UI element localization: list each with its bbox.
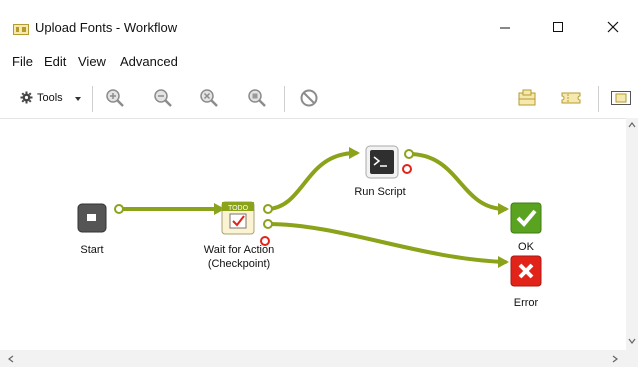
arrowhead bbox=[349, 147, 360, 159]
gear-icon bbox=[20, 91, 33, 104]
zoom-reset-icon bbox=[200, 89, 218, 107]
scroll-down-icon[interactable] bbox=[628, 338, 636, 344]
layout-button[interactable] bbox=[516, 87, 538, 109]
connector-dot bbox=[404, 149, 414, 159]
error-node-icon[interactable] bbox=[510, 255, 542, 287]
menu-advanced[interactable]: Advanced bbox=[120, 54, 178, 69]
horizontal-scrollbar[interactable] bbox=[0, 350, 638, 367]
title-bar: Upload Fonts - Workflow bbox=[0, 0, 638, 40]
tools-label: Tools bbox=[37, 92, 63, 104]
connector-dot bbox=[263, 219, 273, 229]
maximize-button[interactable] bbox=[535, 14, 581, 40]
toolbar-separator bbox=[92, 86, 93, 112]
checkpoint-label-line1: Wait for Action bbox=[203, 244, 275, 256]
todo-badge: TODO bbox=[228, 205, 249, 212]
run-script-node-label: Run Script bbox=[354, 186, 406, 198]
toolbar: Tools bbox=[0, 79, 638, 117]
workflow-icon bbox=[13, 24, 29, 35]
ticket-button[interactable] bbox=[560, 87, 582, 109]
minimize-button[interactable] bbox=[482, 14, 528, 40]
zoom-fit-icon bbox=[248, 89, 266, 107]
panel-button[interactable] bbox=[610, 87, 632, 109]
panel-icon bbox=[611, 91, 631, 105]
menu-file[interactable]: File bbox=[12, 54, 33, 69]
menu-view[interactable]: View bbox=[78, 54, 106, 69]
vertical-scrollbar[interactable] bbox=[626, 118, 638, 350]
chevron-down-icon bbox=[75, 97, 81, 101]
ok-node-icon[interactable] bbox=[510, 202, 542, 234]
connector-dot bbox=[263, 204, 273, 214]
workflow-canvas[interactable]: Start TODO Wait for Action (Checkpoint) … bbox=[0, 118, 626, 351]
zoom-reset-button[interactable] bbox=[198, 87, 220, 109]
close-button[interactable] bbox=[590, 14, 636, 40]
scroll-up-icon[interactable] bbox=[628, 122, 636, 128]
close-icon bbox=[607, 21, 619, 33]
arrowhead bbox=[498, 203, 509, 215]
error-port-icon bbox=[402, 164, 412, 174]
checkpoint-node-label: Wait for Action (Checkpoint) bbox=[170, 243, 308, 271]
minimize-icon bbox=[500, 27, 510, 29]
maximize-icon bbox=[553, 22, 563, 32]
checkpoint-node-icon[interactable]: TODO bbox=[221, 201, 255, 235]
scroll-right-icon[interactable] bbox=[612, 355, 618, 363]
connector-checkpoint-runscript[interactable] bbox=[266, 151, 358, 211]
window-title: Upload Fonts - Workflow bbox=[35, 20, 178, 35]
connector-layer bbox=[114, 147, 509, 268]
zoom-fit-button[interactable] bbox=[246, 87, 268, 109]
ok-node-label: OK bbox=[518, 241, 534, 253]
toolbar-separator bbox=[284, 86, 285, 112]
stop-icon bbox=[300, 89, 318, 107]
menu-edit[interactable]: Edit bbox=[44, 54, 66, 69]
checkpoint-label-line2: (Checkpoint) bbox=[207, 258, 271, 270]
start-node-label: Start bbox=[80, 244, 104, 256]
zoom-in-button[interactable] bbox=[104, 87, 126, 109]
arrowhead bbox=[498, 256, 509, 268]
start-node-icon[interactable] bbox=[77, 203, 107, 233]
scroll-left-icon[interactable] bbox=[8, 355, 14, 363]
run-script-node-icon[interactable] bbox=[365, 145, 399, 179]
ticket-icon bbox=[561, 92, 581, 104]
zoom-in-icon bbox=[106, 89, 124, 107]
stop-button[interactable] bbox=[298, 87, 320, 109]
connector-runscript-ok[interactable] bbox=[407, 152, 507, 211]
menu-bar: File Edit View Advanced bbox=[0, 50, 638, 72]
connector-dot bbox=[114, 204, 124, 214]
zoom-out-icon bbox=[154, 89, 172, 107]
error-node-label: Error bbox=[513, 297, 539, 309]
tools-dropdown[interactable]: Tools bbox=[14, 87, 86, 109]
toolbar-separator bbox=[598, 86, 599, 112]
layout-icon bbox=[518, 89, 536, 106]
zoom-out-button[interactable] bbox=[152, 87, 174, 109]
